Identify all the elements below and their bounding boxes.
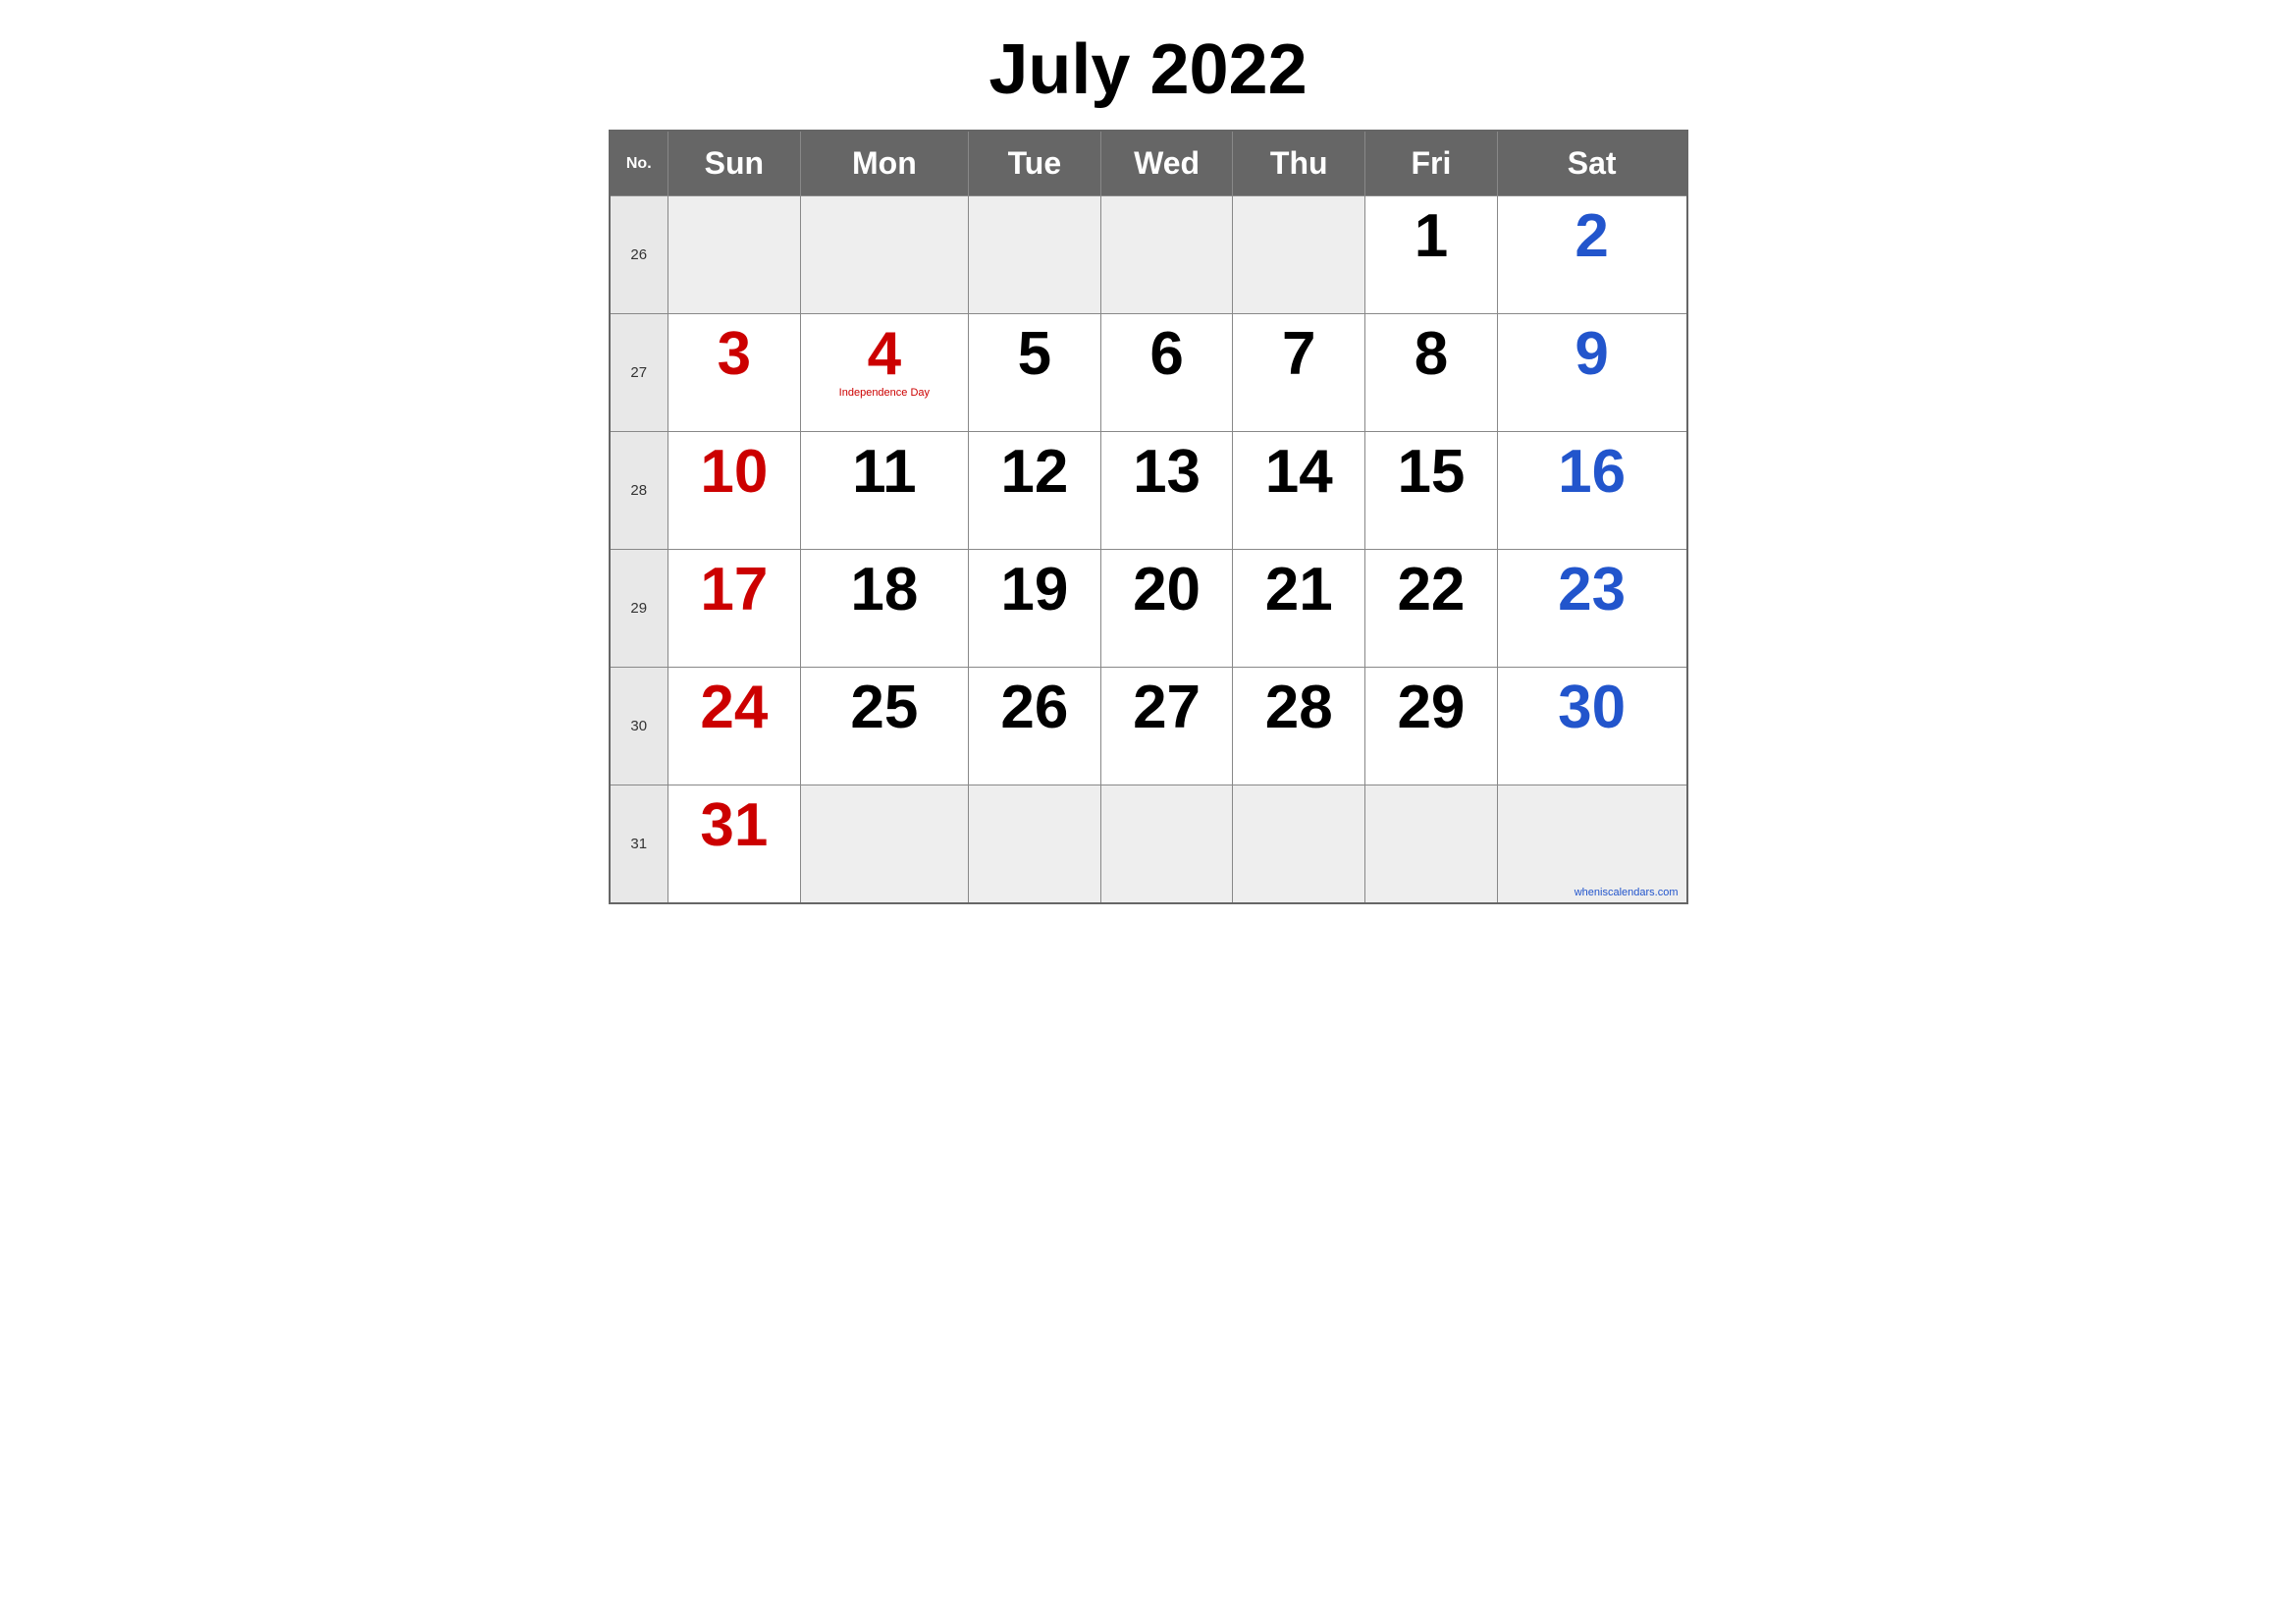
day-number: 18 (809, 560, 960, 621)
calendar-title: July 2022 (609, 29, 1688, 110)
calendar-week-row: 2810 11 12 13 14 15 16 (610, 432, 1687, 550)
day-cell: 9 (1497, 314, 1686, 432)
day-cell: 19 (969, 550, 1101, 668)
day-cell: 29 (1365, 668, 1498, 785)
day-cell: 26 (969, 668, 1101, 785)
day-number: 2 (1506, 206, 1679, 267)
day-number: 21 (1241, 560, 1357, 621)
day-number: 20 (1109, 560, 1225, 621)
day-cell: 28 (1233, 668, 1365, 785)
day-cell: wheniscalendars.com (1497, 785, 1686, 903)
day-cell: 22 (1365, 550, 1498, 668)
day-number: 3 (676, 324, 792, 385)
week-number: 28 (610, 432, 668, 550)
week-number: 30 (610, 668, 668, 785)
day-number: 8 (1373, 324, 1489, 385)
day-number: 26 (977, 677, 1093, 738)
header-fri: Fri (1365, 131, 1498, 196)
day-cell: 5 (969, 314, 1101, 432)
day-cell (1233, 196, 1365, 314)
day-number: 12 (977, 442, 1093, 503)
day-number: 28 (1241, 677, 1357, 738)
day-number: 31 (676, 795, 792, 856)
day-cell (1365, 785, 1498, 903)
day-cell (800, 196, 968, 314)
day-cell: 17 (668, 550, 801, 668)
week-number: 31 (610, 785, 668, 903)
day-cell: 10 (668, 432, 801, 550)
header-row: No. Sun Mon Tue Wed Thu Fri Sat (610, 131, 1687, 196)
day-cell: 16 (1497, 432, 1686, 550)
day-cell: 27 (1100, 668, 1233, 785)
day-number: 9 (1506, 324, 1679, 385)
week-number: 27 (610, 314, 668, 432)
header-wed: Wed (1100, 131, 1233, 196)
day-cell: 12 (969, 432, 1101, 550)
header-sat: Sat (1497, 131, 1686, 196)
calendar-week-row: 26 12 (610, 196, 1687, 314)
day-number: 5 (977, 324, 1093, 385)
day-number: 19 (977, 560, 1093, 621)
holiday-label: Independence Day (809, 387, 960, 399)
day-cell (969, 785, 1101, 903)
watermark: wheniscalendars.com (1506, 887, 1679, 898)
day-cell (1100, 196, 1233, 314)
header-no: No. (610, 131, 668, 196)
calendar-container: July 2022 No. Sun Mon Tue Wed Thu Fri Sa… (609, 29, 1688, 904)
calendar-week-row: 3131 wheniscalendars.com (610, 785, 1687, 903)
day-cell: 14 (1233, 432, 1365, 550)
day-cell (800, 785, 968, 903)
day-number: 17 (676, 560, 792, 621)
header-thu: Thu (1233, 131, 1365, 196)
day-cell: 20 (1100, 550, 1233, 668)
day-number: 25 (809, 677, 960, 738)
day-number: 24 (676, 677, 792, 738)
day-cell: 25 (800, 668, 968, 785)
day-cell (1100, 785, 1233, 903)
week-number: 26 (610, 196, 668, 314)
calendar-table: No. Sun Mon Tue Wed Thu Fri Sat 26122734… (609, 130, 1688, 904)
day-number: 14 (1241, 442, 1357, 503)
day-cell (969, 196, 1101, 314)
day-number: 11 (809, 442, 960, 503)
day-number: 16 (1506, 442, 1679, 503)
day-number: 27 (1109, 677, 1225, 738)
day-cell (1233, 785, 1365, 903)
day-number: 7 (1241, 324, 1357, 385)
day-number: 4 (809, 324, 960, 385)
day-number: 23 (1506, 560, 1679, 621)
day-cell: 2 (1497, 196, 1686, 314)
day-cell: 11 (800, 432, 968, 550)
day-cell: 3 (668, 314, 801, 432)
day-number: 15 (1373, 442, 1489, 503)
calendar-week-row: 2917 18 19 20 21 22 23 (610, 550, 1687, 668)
day-cell: 6 (1100, 314, 1233, 432)
day-cell: 7 (1233, 314, 1365, 432)
day-cell: 23 (1497, 550, 1686, 668)
day-cell: 21 (1233, 550, 1365, 668)
day-number: 29 (1373, 677, 1489, 738)
header-sun: Sun (668, 131, 801, 196)
header-tue: Tue (969, 131, 1101, 196)
day-cell: 15 (1365, 432, 1498, 550)
day-number: 1 (1373, 206, 1489, 267)
day-cell: 30 (1497, 668, 1686, 785)
day-number: 22 (1373, 560, 1489, 621)
day-cell: 18 (800, 550, 968, 668)
day-cell (668, 196, 801, 314)
day-number: 30 (1506, 677, 1679, 738)
day-cell: 24 (668, 668, 801, 785)
day-number: 10 (676, 442, 792, 503)
day-cell: 13 (1100, 432, 1233, 550)
week-number: 29 (610, 550, 668, 668)
day-cell: 31 (668, 785, 801, 903)
calendar-week-row: 2734 Independence Day 56789 (610, 314, 1687, 432)
day-cell: 4 Independence Day (800, 314, 968, 432)
day-cell: 1 (1365, 196, 1498, 314)
day-number: 6 (1109, 324, 1225, 385)
header-mon: Mon (800, 131, 968, 196)
day-number: 13 (1109, 442, 1225, 503)
day-cell: 8 (1365, 314, 1498, 432)
calendar-week-row: 3024252627282930 (610, 668, 1687, 785)
